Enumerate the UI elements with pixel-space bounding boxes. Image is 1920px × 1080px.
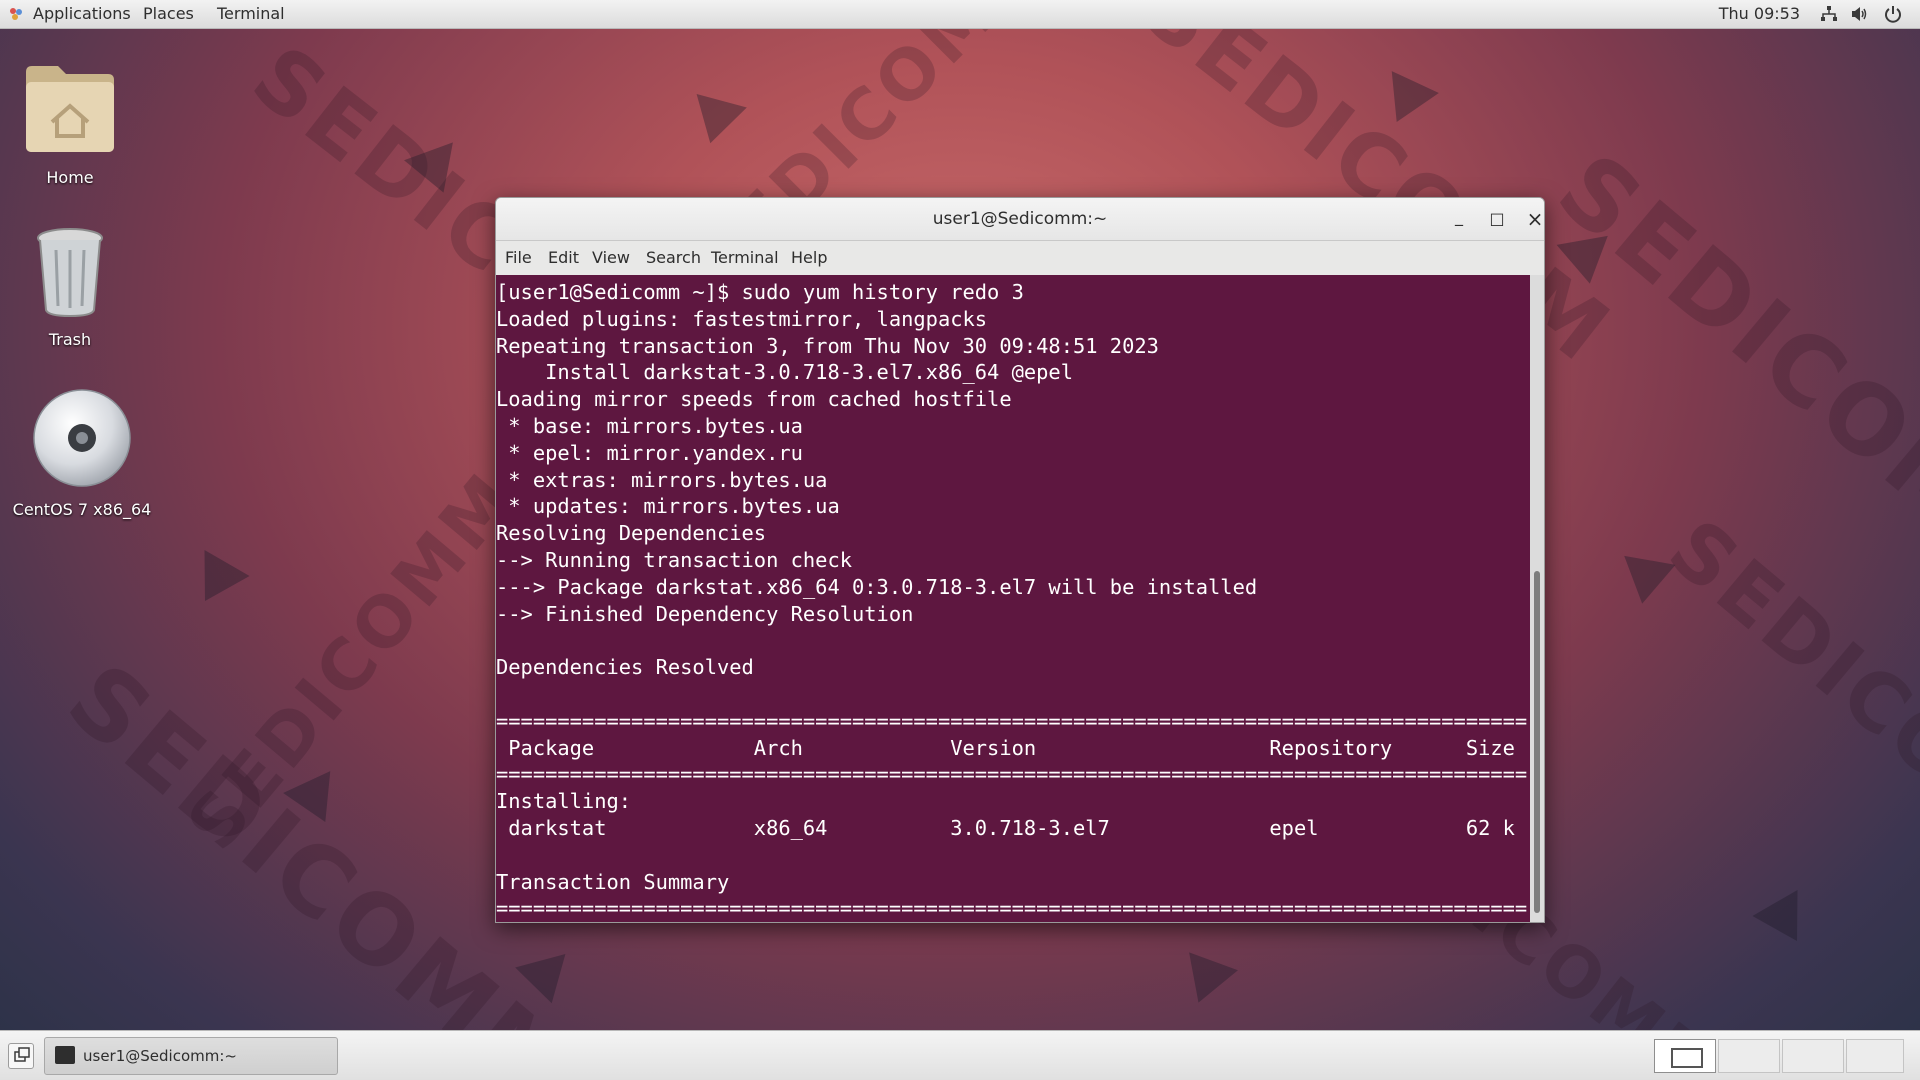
menu-edit[interactable]: Edit xyxy=(548,241,579,275)
wallpaper-triangle xyxy=(515,954,577,1010)
show-desktop-button[interactable] xyxy=(8,1043,34,1069)
network-icon[interactable] xyxy=(1820,5,1838,23)
desktop-icon-label: CentOS 7 x86_64 xyxy=(12,500,152,519)
terminal-line: [user1@Sedicomm ~]$ sudo yum history red… xyxy=(496,280,1024,304)
desktop-icon-home[interactable]: Home xyxy=(0,58,140,187)
terminal-app-menu[interactable]: Terminal xyxy=(217,0,285,28)
terminal-output[interactable]: [user1@Sedicomm ~]$ sudo yum history red… xyxy=(496,275,1530,922)
menu-terminal[interactable]: Terminal xyxy=(711,241,779,275)
desktop-icon-centos-disc[interactable]: CentOS 7 x86_64 xyxy=(12,388,152,519)
terminal-window[interactable]: user1@Sedicomm:~ _ □ × File Edit View Se… xyxy=(495,197,1545,923)
workspace-3[interactable] xyxy=(1782,1039,1844,1073)
wallpaper-triangle xyxy=(1174,952,1238,1012)
terminal-icon xyxy=(55,1046,75,1064)
applications-icon xyxy=(10,8,22,20)
maximize-button[interactable]: □ xyxy=(1486,208,1508,230)
workspace-4[interactable] xyxy=(1846,1039,1904,1073)
wallpaper-triangle xyxy=(1752,889,1820,955)
terminal-line: * updates: mirrors.bytes.ua xyxy=(496,494,840,519)
terminal-line: --> Finished Dependency Resolution xyxy=(496,601,914,626)
terminal-line: ---> Package darkstat.x86_64 0:3.0.718-3… xyxy=(496,574,1258,599)
workspace-1[interactable] xyxy=(1654,1039,1716,1073)
terminal-menubar: File Edit View Search Terminal Help xyxy=(496,241,1544,275)
disc-icon xyxy=(33,389,131,487)
menu-file[interactable]: File xyxy=(505,241,532,275)
terminal-line: Package Arch Version Repository Size xyxy=(496,735,1515,760)
clock[interactable]: Thu 09:53 xyxy=(1719,0,1800,28)
menu-view[interactable]: View xyxy=(592,241,630,275)
wallpaper-triangle xyxy=(685,94,747,150)
terminal-line: Repeating transaction 3, from Thu Nov 30… xyxy=(496,333,1159,358)
terminal-line: * epel: mirror.yandex.ru xyxy=(496,440,803,465)
applications-menu[interactable]: Applications xyxy=(33,0,131,28)
terminal-line: Loaded plugins: fastestmirror, langpacks xyxy=(496,306,988,331)
terminal-line: * base: mirrors.bytes.ua xyxy=(496,413,803,438)
volume-icon[interactable] xyxy=(1850,5,1868,23)
taskbar-window-button[interactable]: user1@Sedicomm:~ xyxy=(44,1037,338,1075)
wallpaper-watermark: SEDICOMM xyxy=(1651,501,1920,912)
terminal-line: * extras: mirrors.bytes.ua xyxy=(496,467,828,492)
wallpaper-triangle xyxy=(1616,555,1676,609)
scrollbar-thumb[interactable] xyxy=(1534,571,1540,913)
terminal-line: Resolving Dependencies xyxy=(496,521,767,546)
terminal-line: Install darkstat-3.0.718-3.el7.x86_64 @e… xyxy=(496,360,1073,385)
desktop-icon-label: Home xyxy=(46,168,94,187)
desktop-icon-label: Trash xyxy=(48,330,92,349)
places-menu[interactable]: Places xyxy=(143,0,194,28)
minimize-button[interactable]: _ xyxy=(1448,208,1470,230)
workspace-window-thumb xyxy=(1671,1048,1703,1068)
workspace-2[interactable] xyxy=(1718,1039,1780,1073)
terminal-line: ========================================… xyxy=(496,762,1528,787)
home-folder-icon xyxy=(26,66,114,152)
window-title: user1@Sedicomm:~ xyxy=(932,209,1108,229)
terminal-line: Loading mirror speeds from cached hostfi… xyxy=(496,387,1012,412)
close-button[interactable]: × xyxy=(1524,208,1544,230)
terminal-line: Transaction Summary xyxy=(496,869,730,894)
wallpaper-triangle xyxy=(1556,235,1616,289)
terminal-line: ========================================… xyxy=(496,708,1528,733)
terminal-line: darkstat x86_64 3.0.718-3.el7 epel 62 k xyxy=(496,815,1515,840)
trash-icon xyxy=(37,228,103,318)
window-titlebar[interactable]: user1@Sedicomm:~ _ □ × xyxy=(496,198,1544,241)
terminal-line: Installing: xyxy=(496,789,632,814)
power-icon[interactable] xyxy=(1884,5,1902,23)
terminal-scrollbar[interactable] xyxy=(1530,275,1544,922)
terminal-lines: [user1@Sedicomm ~]$ sudo yum history red… xyxy=(496,279,1527,922)
wallpaper-triangle xyxy=(182,549,250,615)
terminal-line: Dependencies Resolved xyxy=(496,655,754,680)
bottom-panel: user1@Sedicomm:~ xyxy=(0,1030,1920,1080)
taskbar-window-label: user1@Sedicomm:~ xyxy=(83,1047,237,1065)
show-desktop-icon xyxy=(14,1047,30,1062)
terminal-line: ========================================… xyxy=(496,896,1528,921)
terminal-line: --> Running transaction check xyxy=(496,547,853,572)
desktop-icon-trash[interactable]: Trash xyxy=(0,226,140,349)
menu-help[interactable]: Help xyxy=(791,241,827,275)
desktop: SEDICOMM SEDICOMM SEDICOMM SEDICOMM SEDI… xyxy=(0,0,1920,1080)
top-panel: Applications Places Terminal Thu 09:53 xyxy=(0,0,1920,29)
menu-search[interactable]: Search xyxy=(646,241,701,275)
